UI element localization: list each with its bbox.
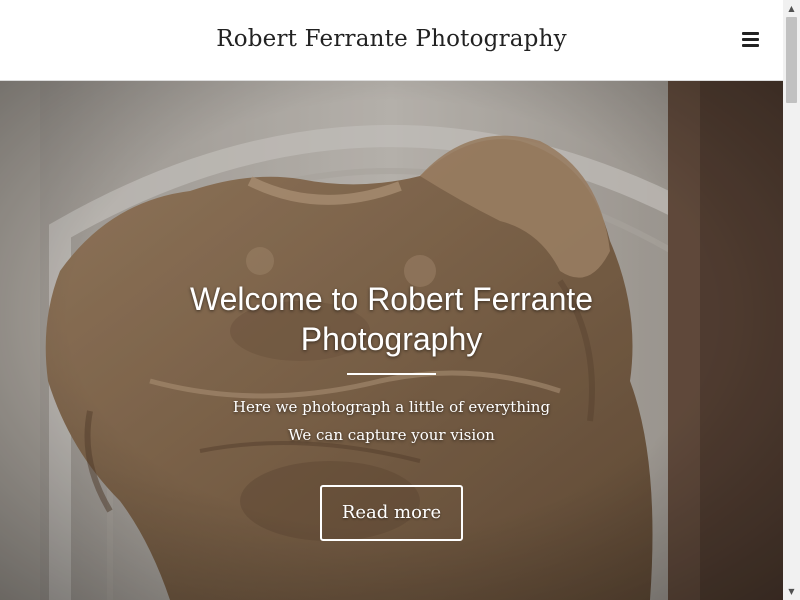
hero-tagline-2: We can capture your vision [288,426,495,444]
read-more-button[interactable]: Read more [320,485,463,541]
hero-heading: Welcome to Robert Ferrante Photography [189,281,594,357]
page: Robert Ferrante Photography Welcome to R… [0,0,800,600]
hero-content: Welcome to Robert Ferrante Photography H… [0,81,783,600]
scroll-down-arrow-icon[interactable]: ▼ [783,583,800,600]
vertical-scrollbar[interactable]: ▲ ▼ [783,0,800,600]
site-title[interactable]: Robert Ferrante Photography [0,26,783,52]
site-header: Robert Ferrante Photography [0,0,783,81]
scroll-up-arrow-icon[interactable]: ▲ [783,0,800,17]
menu-bar [742,38,759,41]
menu-bar [742,32,759,35]
hamburger-menu-icon[interactable] [738,28,764,52]
hero-section: Welcome to Robert Ferrante Photography H… [0,81,783,600]
hero-divider [347,373,436,375]
hero-tagline-1: Here we photograph a little of everythin… [232,398,551,416]
menu-bar [742,44,759,47]
scroll-thumb[interactable] [786,17,797,103]
